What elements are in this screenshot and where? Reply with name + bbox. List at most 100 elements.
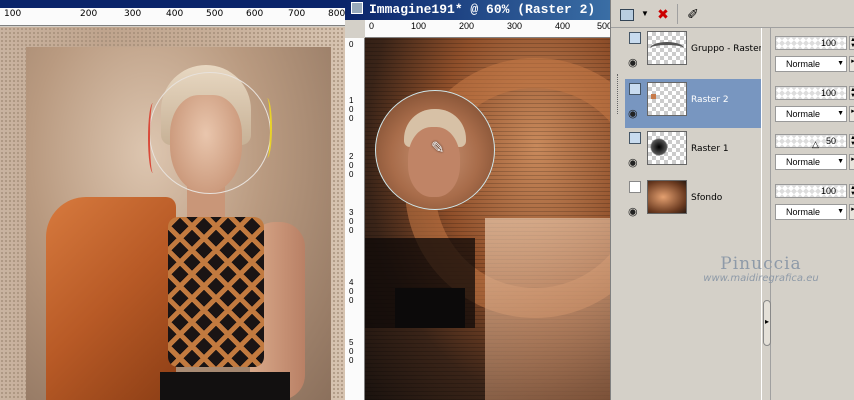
- blend-mode-value: Normale: [786, 59, 821, 69]
- layer-thumbnail: [647, 180, 687, 214]
- ruler-label: 100: [4, 9, 22, 19]
- layer-name: Raster 1: [691, 144, 729, 154]
- ruler-label: 400: [349, 278, 354, 305]
- layer-type-icon[interactable]: [629, 181, 641, 193]
- leather-jacket: [46, 197, 176, 400]
- blend-mode-select[interactable]: Normale ▼: [775, 204, 847, 220]
- opacity-slider[interactable]: 100: [775, 36, 847, 50]
- window-title: Immagine191* @ 60% (Raster 2): [369, 2, 596, 17]
- opacity-value: 100: [820, 88, 836, 98]
- ruler-label: 800: [328, 9, 346, 19]
- layer-props-sfondo: 100 ▲ ▼ Normale ▼ ▸: [775, 178, 854, 224]
- blend-mode-value: Normale: [786, 109, 821, 119]
- edit-selection-icon[interactable]: ✐: [681, 3, 705, 25]
- chevron-down-icon[interactable]: ▼: [639, 3, 651, 25]
- ruler-label: 500: [206, 9, 224, 19]
- ruler-label: 300: [124, 9, 142, 19]
- opacity-value: 100: [820, 186, 836, 196]
- ruler-label: 600: [246, 9, 264, 19]
- light-texture: [485, 218, 610, 400]
- opacity-value: 100: [820, 38, 836, 48]
- left-window-titlebar[interactable]: [0, 0, 345, 8]
- opacity-value: 50: [825, 136, 836, 146]
- lock-toggle[interactable]: ▸: [849, 204, 854, 220]
- ruler-label: 200: [459, 21, 475, 31]
- left-horizontal-ruler: 100 200 300 400 500 600 700 800: [0, 8, 345, 26]
- layers-list: ◉ Gruppo - Raster ◉ Raster 2 ◉ Raster 1 …: [611, 28, 763, 400]
- chevron-down-icon: ▼: [837, 110, 844, 117]
- opacity-spinner[interactable]: ▲ ▼: [849, 184, 854, 198]
- dark-block: [395, 288, 465, 328]
- right-horizontal-ruler: 0 100 200 300 400 500: [365, 20, 612, 38]
- layer-row-sfondo[interactable]: ◉ Sfondo: [625, 177, 761, 226]
- layer-properties-column: 100 ▲ ▼ Normale ▼ ▸ 100 ▲ ▼ Normale ▼ ▸ △ 50 …: [773, 28, 854, 400]
- blend-mode-select[interactable]: Normale ▼: [775, 154, 847, 170]
- ruler-label: 200: [80, 9, 98, 19]
- opacity-slider[interactable]: 100: [775, 184, 847, 198]
- chevron-down-icon: ▼: [837, 208, 844, 215]
- layer-props-raster-2: 100 ▲ ▼ Normale ▼ ▸: [775, 80, 854, 126]
- palette-splitter[interactable]: [761, 28, 771, 400]
- group-tree-line: [617, 74, 618, 114]
- layer-row-raster-1[interactable]: ◉ Raster 1: [625, 128, 761, 177]
- left-canvas[interactable]: [0, 27, 345, 400]
- layers-palette: ▼ ✖ ✐ ◉ Gruppo - Raster ◉ Raster 2 ◉ Ras…: [610, 0, 854, 400]
- blend-mode-select[interactable]: Normale ▼: [775, 106, 847, 122]
- black-skirt: [160, 372, 290, 400]
- lock-toggle[interactable]: ▸: [849, 106, 854, 122]
- layer-props-raster-1: △ 50 ▲ ▼ Normale ▼ ▸: [775, 128, 854, 174]
- layer-name: Sfondo: [691, 193, 723, 203]
- layer-name: Raster 2: [691, 95, 729, 105]
- ruler-label: 400: [166, 9, 184, 19]
- document-icon: [351, 2, 363, 14]
- ruler-label: 100: [349, 96, 354, 123]
- layer-type-icon[interactable]: [629, 132, 641, 144]
- layer-thumbnail: [647, 131, 687, 165]
- lock-toggle[interactable]: ▸: [849, 56, 854, 72]
- delete-layer-icon[interactable]: ✖: [651, 3, 675, 25]
- layer-type-icon[interactable]: [629, 83, 641, 95]
- opacity-spinner[interactable]: ▲ ▼: [849, 36, 854, 50]
- toolbar-divider: [677, 4, 678, 24]
- circular-selection-marquee[interactable]: [148, 72, 272, 194]
- layer-thumbnail: [647, 31, 687, 65]
- left-image-window: 100 200 300 400 500 600 700 800: [0, 0, 345, 400]
- eye-icon[interactable]: ◉: [628, 156, 638, 169]
- psp-workspace: 100 200 300 400 500 600 700 800 Immagine…: [0, 0, 854, 400]
- ruler-label: 400: [555, 21, 571, 31]
- layers-toolbar: ▼ ✖ ✐: [611, 0, 854, 28]
- eye-icon[interactable]: ◉: [628, 107, 638, 120]
- eye-icon[interactable]: ◉: [628, 205, 638, 218]
- layer-row-gruppo-raster[interactable]: ◉ Gruppo - Raster: [625, 28, 763, 77]
- ruler-label: 0: [369, 21, 375, 31]
- chevron-down-icon: ▼: [837, 60, 844, 67]
- layer-type-icon[interactable]: [629, 32, 641, 44]
- opacity-slider[interactable]: △ 50: [775, 134, 847, 149]
- opacity-spinner[interactable]: ▲ ▼: [849, 86, 854, 100]
- right-canvas[interactable]: ✎: [365, 38, 610, 400]
- ruler-label: 300: [507, 21, 523, 31]
- layer-name: Gruppo - Raster: [691, 44, 763, 54]
- layer-row-raster-2[interactable]: ◉ Raster 2: [625, 79, 761, 128]
- opacity-slider[interactable]: 100: [775, 86, 847, 100]
- pen-cursor-icon: ✎: [431, 140, 445, 157]
- eye-icon[interactable]: ◉: [628, 56, 638, 69]
- splitter-grip[interactable]: [763, 300, 771, 346]
- ruler-label: 500: [349, 338, 354, 365]
- layer-thumbnail: [647, 82, 687, 116]
- opacity-marker-icon: △: [812, 139, 819, 149]
- ruler-label: 100: [411, 21, 427, 31]
- ruler-label: 300: [349, 208, 354, 235]
- lock-toggle[interactable]: ▸: [849, 154, 854, 170]
- lattice-top: [168, 217, 264, 367]
- layer-props-gruppo-raster: 100 ▲ ▼ Normale ▼ ▸: [775, 30, 854, 76]
- opacity-spinner[interactable]: ▲ ▼: [849, 134, 854, 148]
- ruler-label: 0: [349, 40, 354, 49]
- blend-mode-select[interactable]: Normale ▼: [775, 56, 847, 72]
- blend-mode-value: Normale: [786, 157, 821, 167]
- blend-mode-value: Normale: [786, 207, 821, 217]
- chevron-down-icon: ▼: [837, 158, 844, 165]
- ruler-label: 700: [288, 9, 306, 19]
- new-raster-layer-icon[interactable]: [615, 3, 639, 25]
- right-window-titlebar[interactable]: Immagine191* @ 60% (Raster 2): [345, 0, 610, 20]
